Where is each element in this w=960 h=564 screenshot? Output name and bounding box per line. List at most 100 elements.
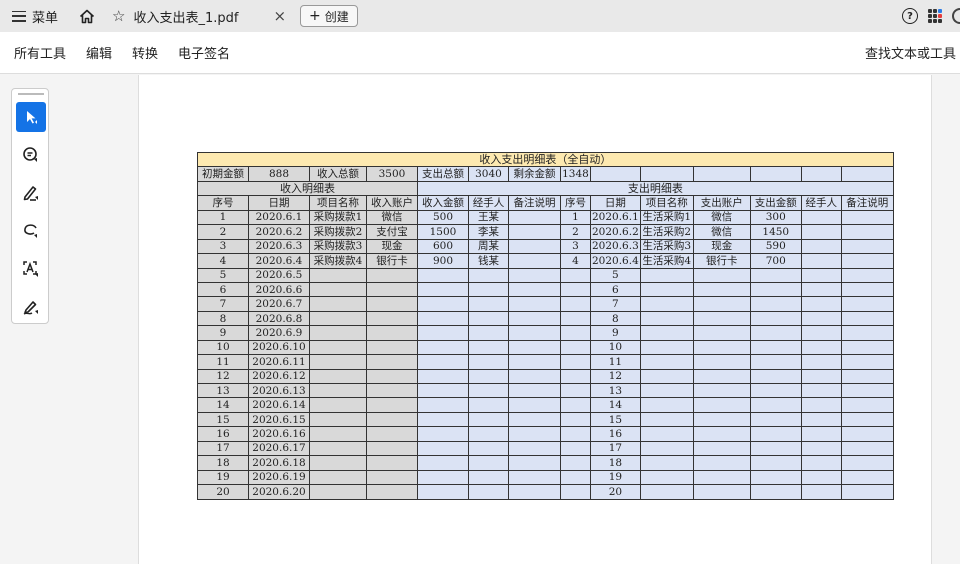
- expense-cell: [692, 411, 751, 428]
- apps-grid-icon[interactable]: [928, 9, 942, 23]
- income-cell: [417, 469, 469, 486]
- income-cell: [508, 209, 561, 226]
- income-cell: [468, 382, 509, 399]
- table-row: 4 2020.6.4 采购拨款4 银行卡 900 钱某 4 2020.6.4 生活采购4 银行卡 7…: [197, 253, 894, 269]
- expense-header-cell: 序号: [560, 195, 591, 211]
- income-cell: [468, 469, 509, 486]
- income-cell: [508, 354, 561, 370]
- income-cell: [508, 368, 561, 385]
- expense-cell: [560, 440, 591, 457]
- income-cell: 2020.6.9: [248, 325, 310, 341]
- income-cell: [468, 310, 509, 327]
- expense-cell: 8: [590, 310, 641, 327]
- highlight-tool[interactable]: [16, 178, 46, 208]
- income-cell: [366, 455, 418, 471]
- expense-cell: [840, 267, 894, 283]
- income-cell: [508, 224, 561, 240]
- expense-cell: 590: [749, 238, 802, 255]
- expense-cell: [560, 339, 591, 356]
- expense-cell: [639, 281, 694, 298]
- help-icon[interactable]: ?: [902, 8, 918, 24]
- expense-cell: [639, 397, 694, 413]
- expense-cell: [800, 455, 842, 471]
- star-icon[interactable]: ☆: [112, 7, 125, 25]
- income-cell: [309, 455, 367, 471]
- income-cell: 15: [197, 411, 249, 428]
- expense-header-cell: 经手人: [800, 195, 842, 211]
- income-cell: 20: [197, 484, 249, 500]
- expense-cell: [639, 469, 694, 486]
- expense-cell: [840, 339, 894, 356]
- income-header-cell: 项目名称: [309, 195, 367, 211]
- draw-tool[interactable]: [16, 216, 46, 246]
- table-row: 11 2020.6.11 11: [197, 354, 894, 370]
- income-cell: [468, 484, 509, 500]
- panel-grip[interactable]: [18, 93, 44, 95]
- income-cell: [309, 339, 367, 356]
- income-cell: 微信: [366, 209, 418, 226]
- expense-cell: [800, 209, 842, 226]
- expense-cell: [749, 440, 802, 457]
- expense-cell: [560, 281, 591, 298]
- income-cell: [508, 238, 561, 255]
- expense-cell: [639, 440, 694, 457]
- expense-header-cell: 支出金额: [749, 195, 802, 211]
- create-button[interactable]: + 创建: [300, 5, 358, 27]
- expense-total-value: 3040: [468, 166, 509, 182]
- text-recognition-tool[interactable]: [16, 254, 46, 284]
- all-tools-menu[interactable]: 所有工具: [14, 43, 66, 62]
- search-tools-button[interactable]: 查找文本或工具: [865, 43, 956, 62]
- income-cell: 2020.6.13: [248, 382, 310, 399]
- expense-cell: [560, 455, 591, 471]
- expense-cell: 13: [590, 382, 641, 399]
- expense-section-title: 支出明细表: [417, 180, 894, 197]
- home-button[interactable]: [70, 0, 104, 32]
- income-cell: [417, 455, 469, 471]
- income-cell: [468, 455, 509, 471]
- convert-menu[interactable]: 转换: [132, 43, 158, 62]
- expense-cell: [692, 382, 751, 399]
- income-cell: [468, 397, 509, 413]
- esign-menu[interactable]: 电子签名: [178, 43, 230, 62]
- income-cell: [366, 267, 418, 283]
- expense-cell: [639, 411, 694, 428]
- income-cell: [468, 267, 509, 283]
- expense-cell: [749, 339, 802, 356]
- edit-menu[interactable]: 编辑: [86, 43, 112, 62]
- expense-cell: 2020.6.1: [590, 209, 641, 226]
- expense-cell: [840, 397, 894, 413]
- expense-cell: 生活采购3: [639, 238, 694, 255]
- close-tab-icon[interactable]: ×: [273, 7, 286, 25]
- highlight-pen-icon: [23, 186, 38, 201]
- menu-button[interactable]: 菜单: [0, 0, 70, 32]
- expense-cell: [840, 296, 894, 312]
- comment-tool[interactable]: [16, 140, 46, 170]
- income-expense-table: 收入支出明细表（全自动） 初期金额 888 收入总额 3500 支出总额 304…: [197, 151, 894, 500]
- income-cell: 2020.6.3: [248, 238, 310, 255]
- expense-cell: [840, 484, 894, 500]
- income-cell: 9: [197, 325, 249, 341]
- expense-cell: [749, 281, 802, 298]
- income-cell: [309, 310, 367, 327]
- document-viewport[interactable]: 收入支出明细表（全自动） 初期金额 888 收入总额 3500 支出总额 304…: [60, 75, 960, 564]
- expense-cell: 微信: [692, 209, 751, 226]
- main-toolbar: 所有工具 编辑 转换 电子签名 查找文本或工具: [0, 32, 960, 74]
- income-cell: 2020.6.5: [248, 267, 310, 283]
- expense-cell: [800, 267, 842, 283]
- profile-icon[interactable]: [952, 8, 960, 24]
- document-tab[interactable]: ☆ 收入支出表_1.pdf ×: [104, 0, 294, 32]
- income-cell: 19: [197, 469, 249, 486]
- income-cell: [468, 440, 509, 457]
- income-cell: 7: [197, 296, 249, 312]
- income-header-cell: 日期: [248, 195, 310, 211]
- expense-cell: [800, 296, 842, 312]
- expense-cell: [749, 354, 802, 370]
- sign-tool[interactable]: [16, 292, 46, 322]
- expense-cell: [749, 325, 802, 341]
- income-cell: 现金: [366, 238, 418, 255]
- income-cell: [366, 339, 418, 356]
- expense-cell: [840, 455, 894, 471]
- expense-cell: 7: [590, 296, 641, 312]
- select-tool[interactable]: [16, 102, 46, 132]
- expense-cell: [560, 382, 591, 399]
